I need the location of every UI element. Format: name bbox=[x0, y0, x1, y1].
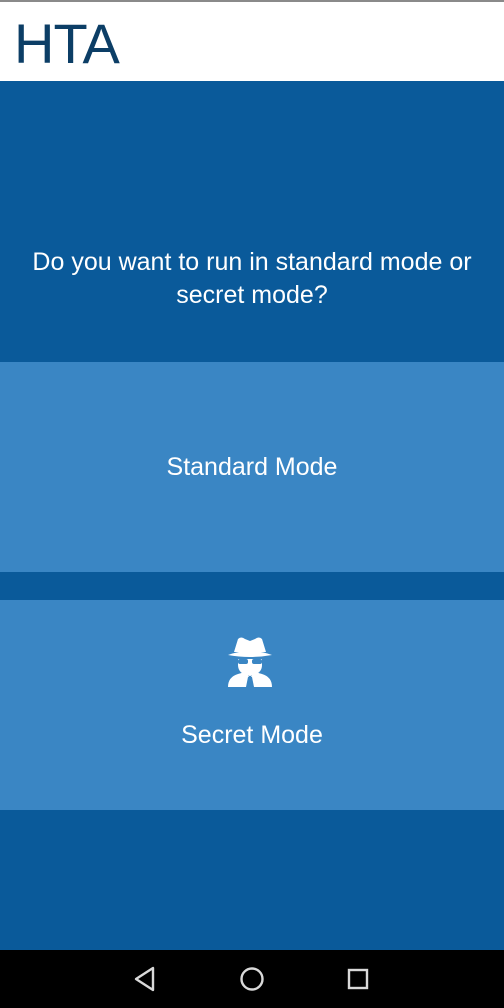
mode-selection-panel: Do you want to run in standard mode or s… bbox=[0, 81, 504, 950]
back-triangle-icon[interactable] bbox=[130, 964, 160, 994]
system-navigation-bar bbox=[0, 950, 504, 1008]
secret-mode-label: Secret Mode bbox=[181, 721, 323, 749]
recent-apps-square-icon[interactable] bbox=[343, 964, 373, 994]
mode-question: Do you want to run in standard mode or s… bbox=[32, 248, 472, 309]
standard-mode-button[interactable]: Standard Mode bbox=[0, 362, 504, 572]
home-circle-icon[interactable] bbox=[237, 964, 267, 994]
app-title: HTA bbox=[14, 12, 120, 75]
spy-icon bbox=[228, 637, 272, 687]
secret-mode-button[interactable]: Secret Mode bbox=[0, 600, 504, 810]
app-header: HTA bbox=[0, 2, 504, 81]
standard-mode-label: Standard Mode bbox=[166, 453, 338, 481]
